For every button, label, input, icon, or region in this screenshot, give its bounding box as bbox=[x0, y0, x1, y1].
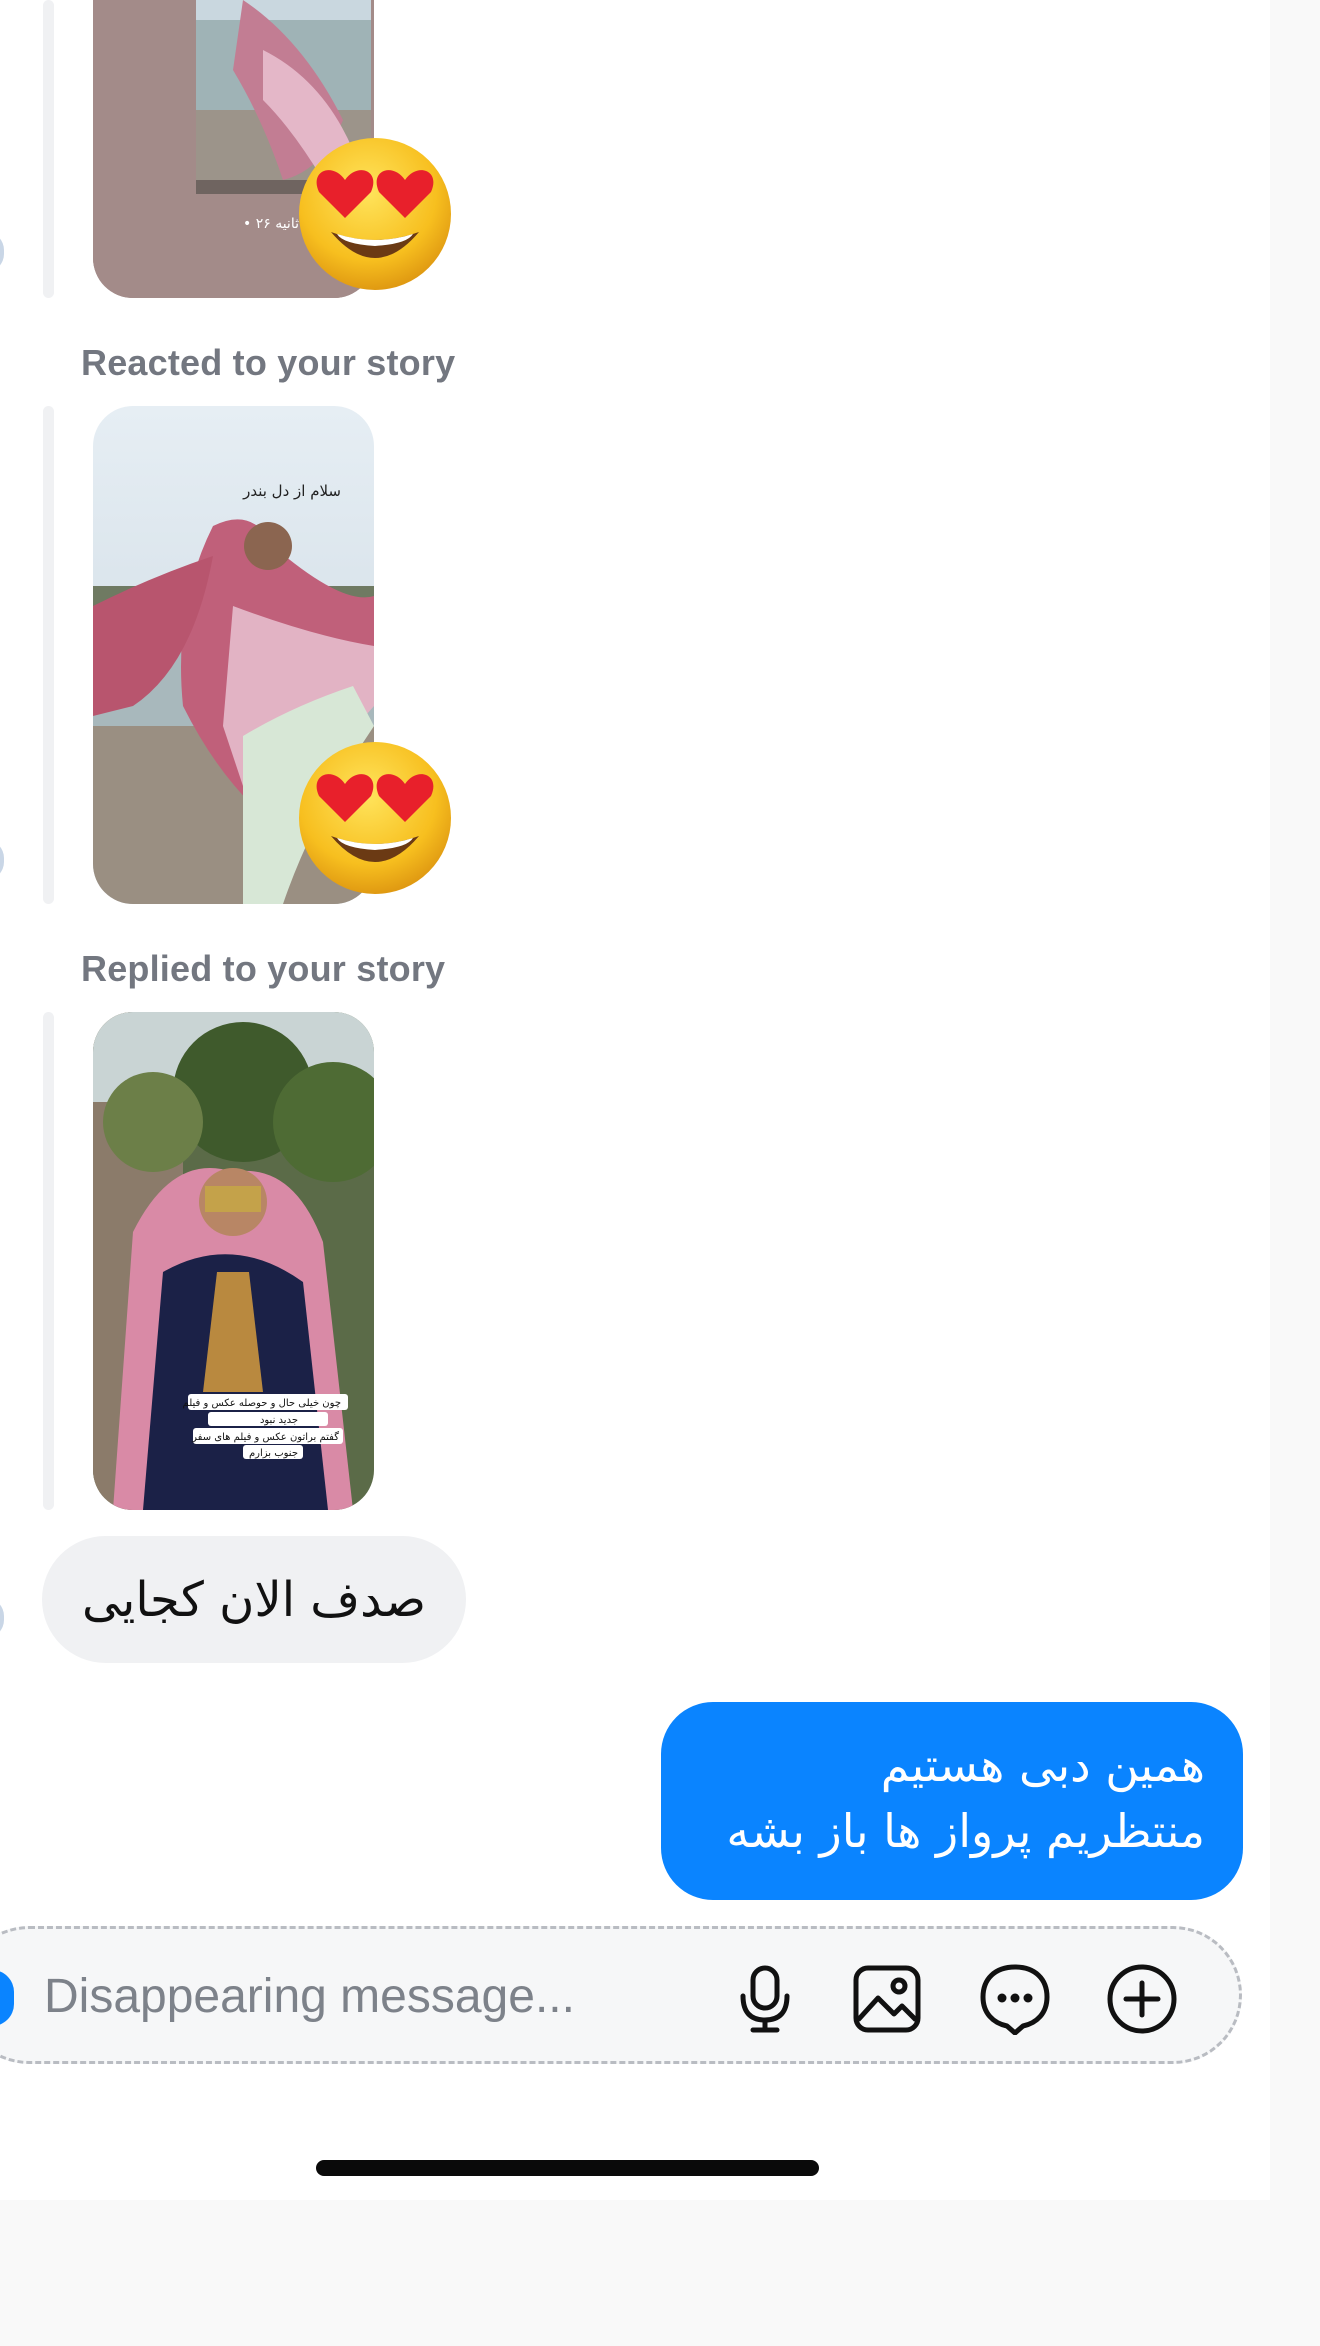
gallery-icon[interactable] bbox=[851, 1963, 923, 2035]
reply-thread-bar bbox=[43, 406, 54, 904]
svg-text:• ۲۶ ثانیه: • ۲۶ ثانیه bbox=[243, 216, 299, 232]
replied-to-story-label: Replied to your story bbox=[81, 948, 446, 989]
sender-avatar[interactable] bbox=[0, 232, 4, 272]
home-indicator bbox=[316, 2160, 819, 2176]
sticker-chat-icon[interactable] bbox=[979, 1963, 1051, 2035]
chat-screen: • ۲۶ ثانیه Reacted to your story سلام از… bbox=[0, 0, 1270, 2200]
story-caption-line: جنوب بزارم bbox=[249, 1448, 298, 1459]
reply-thread-bar bbox=[43, 0, 54, 298]
outgoing-message-bubble[interactable]: همین دبی هستیم منتظریم پرواز ها باز بشه bbox=[661, 1702, 1243, 1900]
story-thumbnail[interactable]: چون خیلی حال و حوصله عکس و فیلم جدید نبو… bbox=[93, 1012, 374, 1510]
heart-eyes-emoji-icon bbox=[297, 740, 453, 896]
sender-avatar[interactable] bbox=[0, 840, 4, 880]
incoming-message-bubble[interactable]: صدف الان کجایی bbox=[42, 1536, 467, 1663]
story-caption-line: گفتم براتون عکس و فیلم های سفر bbox=[191, 1431, 339, 1443]
heart-eyes-emoji-icon bbox=[297, 136, 453, 292]
message-line: منتظریم پرواز ها باز بشه bbox=[726, 1804, 1205, 1858]
microphone-icon[interactable] bbox=[729, 1963, 801, 2035]
reacted-to-story-label: Reacted to your story bbox=[81, 342, 456, 383]
story-caption-line: جدید نبود bbox=[260, 1415, 298, 1426]
message-input[interactable] bbox=[42, 1960, 686, 2032]
plus-icon[interactable] bbox=[1106, 1963, 1178, 2035]
story-caption: سلام از دل بندر bbox=[242, 482, 341, 500]
message-line: همین دبی هستیم bbox=[880, 1738, 1205, 1792]
story-caption-line: چون خیلی حال و حوصله عکس و فیلم bbox=[183, 1398, 341, 1409]
sender-avatar[interactable] bbox=[0, 1598, 4, 1638]
reply-thread-bar bbox=[43, 1012, 54, 1510]
